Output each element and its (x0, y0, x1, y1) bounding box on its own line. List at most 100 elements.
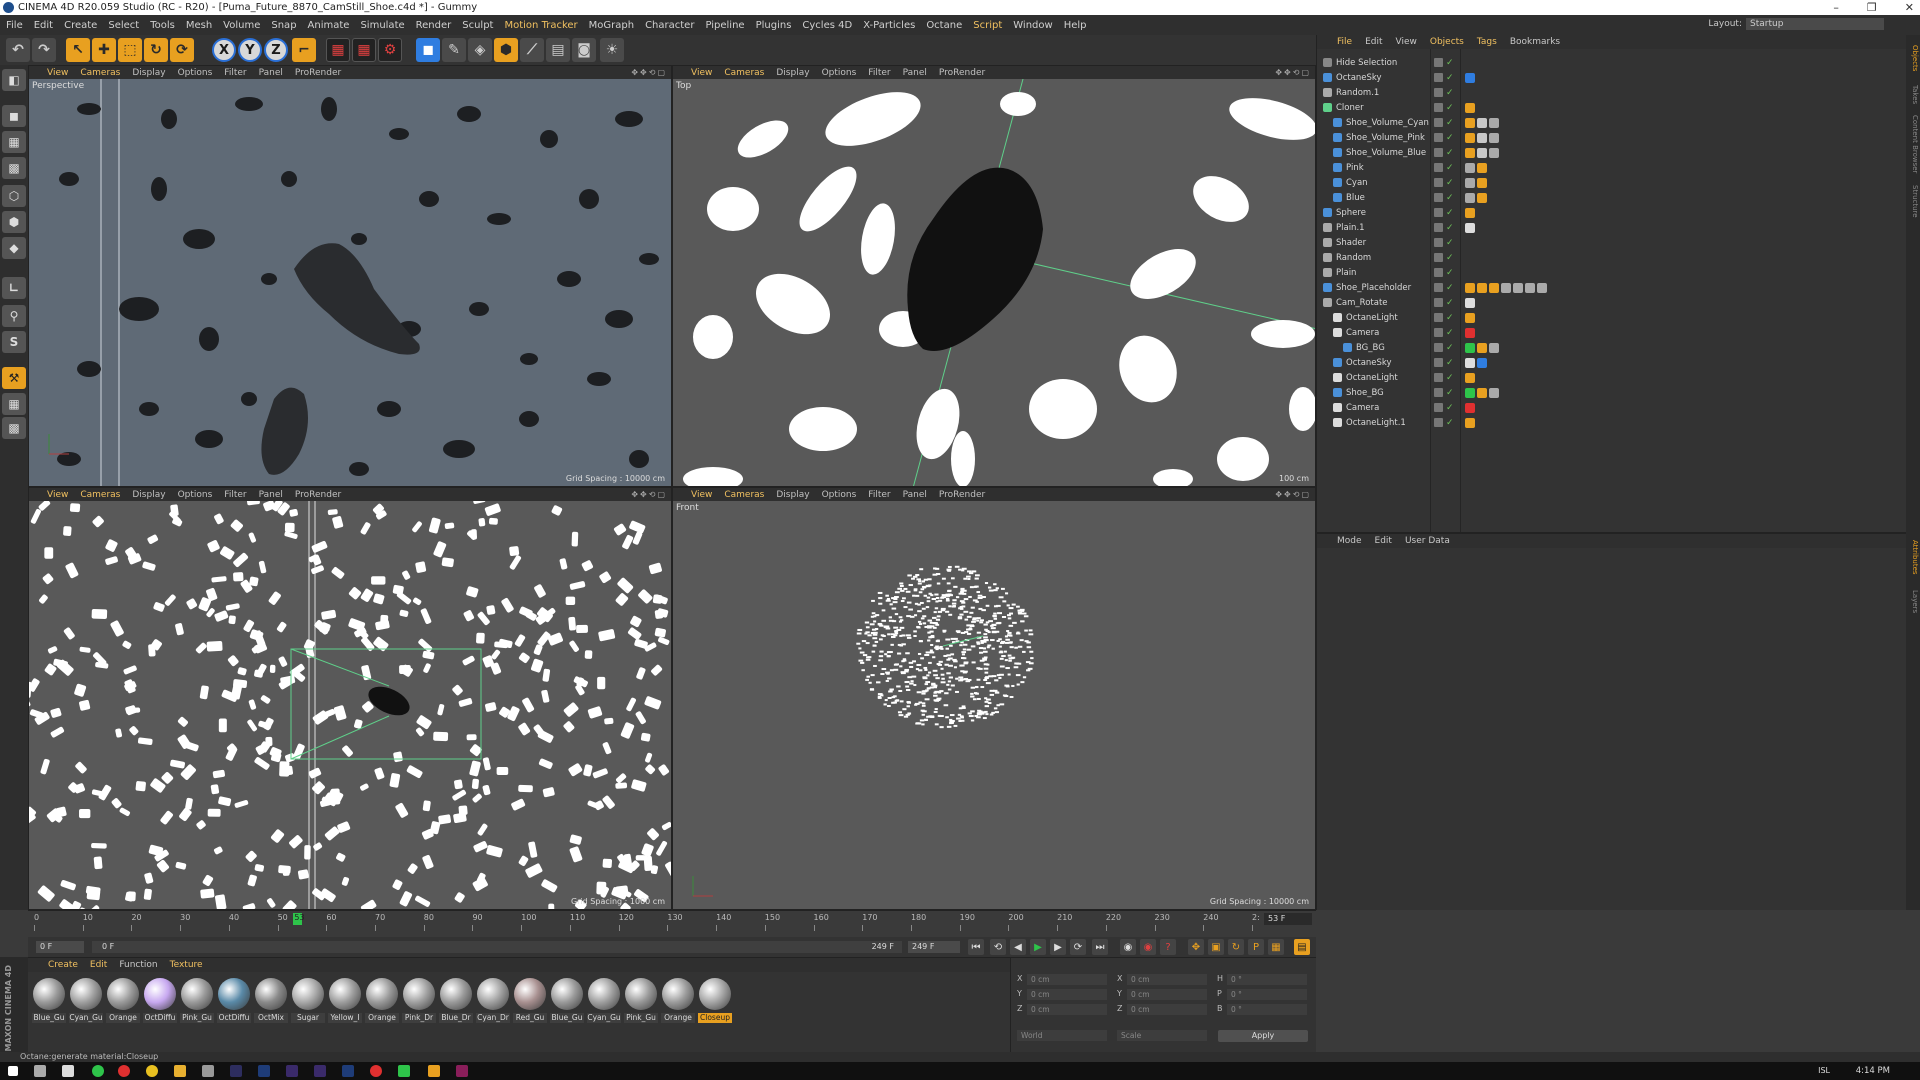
mm-menu-create[interactable]: Create (48, 960, 78, 970)
visibility-toggle-icon[interactable] (1434, 178, 1443, 187)
material-swatch[interactable]: Blue_Gu (32, 978, 66, 1028)
enabled-check-icon[interactable]: ✓ (1446, 283, 1454, 293)
x-axis-lock-button[interactable]: X (212, 38, 236, 62)
point-level-icon[interactable]: ▦ (1268, 939, 1284, 955)
object-tag-icon[interactable] (1477, 193, 1487, 203)
coordinate-value-field[interactable]: 0 ° (1227, 1004, 1307, 1015)
autokey-icon[interactable]: ◉ (1140, 939, 1156, 955)
vp-menu-cameras[interactable]: Cameras (724, 68, 764, 78)
enabled-check-icon[interactable]: ✓ (1446, 418, 1454, 428)
object-row[interactable]: Shoe_BG ✓ (1317, 385, 1907, 400)
enabled-check-icon[interactable]: ✓ (1446, 118, 1454, 128)
camera-icon[interactable]: ◙ (572, 38, 596, 62)
viewport-perspective[interactable]: View Cameras Display Options Filter Pane… (28, 65, 672, 487)
object-tag-icon[interactable] (1489, 148, 1499, 158)
keyframe-selection-icon[interactable]: ? (1160, 939, 1176, 955)
object-tag-icon[interactable] (1465, 298, 1475, 308)
menu-character[interactable]: Character (645, 20, 694, 31)
enabled-check-icon[interactable]: ✓ (1446, 103, 1454, 113)
mm-menu-texture[interactable]: Texture (170, 960, 203, 970)
enabled-check-icon[interactable]: ✓ (1446, 58, 1454, 68)
material-swatch[interactable]: Pink_Dr (402, 978, 436, 1028)
enabled-check-icon[interactable]: ✓ (1446, 268, 1454, 278)
after-effects-icon[interactable] (314, 1065, 326, 1077)
enabled-check-icon[interactable]: ✓ (1446, 313, 1454, 323)
scale-key-icon[interactable]: ▣ (1208, 939, 1224, 955)
object-tag-icon[interactable] (1477, 148, 1487, 158)
enabled-check-icon[interactable]: ✓ (1446, 238, 1454, 248)
menu-create[interactable]: Create (64, 20, 97, 31)
timeline-scheme-icon[interactable]: ▤ (1294, 939, 1310, 955)
current-frame-field[interactable]: 53 F (1264, 913, 1312, 925)
om-menu-view[interactable]: View (1396, 37, 1417, 47)
floor-icon[interactable]: ▤ (546, 38, 570, 62)
menu-pipeline[interactable]: Pipeline (705, 20, 744, 31)
object-tag-icon[interactable] (1465, 178, 1475, 188)
enabled-check-icon[interactable]: ✓ (1446, 328, 1454, 338)
model-mode-icon[interactable]: ◼ (2, 105, 26, 127)
object-row[interactable]: Random ✓ (1317, 250, 1907, 265)
visibility-toggle-icon[interactable] (1434, 223, 1443, 232)
render-view-icon[interactable]: ▦ (326, 38, 350, 62)
solo-icon[interactable]: ▩ (2, 417, 26, 439)
object-row[interactable]: OctaneLight ✓ (1317, 370, 1907, 385)
visibility-toggle-icon[interactable] (1434, 133, 1443, 142)
am-menu-edit[interactable]: Edit (1375, 536, 1392, 546)
app-gray-icon[interactable] (202, 1065, 214, 1077)
enabled-check-icon[interactable]: ✓ (1446, 178, 1454, 188)
object-tag-icon[interactable] (1489, 283, 1499, 293)
tab-takes[interactable]: Takes (1907, 85, 1919, 104)
start-icon[interactable] (8, 1066, 18, 1076)
vp-menu-display[interactable]: Display (132, 490, 165, 500)
scale-tool-icon[interactable]: ⬚ (118, 38, 142, 62)
enabled-check-icon[interactable]: ✓ (1446, 73, 1454, 83)
vp-menu-display[interactable]: Display (132, 68, 165, 78)
object-tag-icon[interactable] (1465, 313, 1475, 323)
points-mode-icon[interactable]: ⬡ (2, 185, 26, 207)
visibility-toggle-icon[interactable] (1434, 163, 1443, 172)
enabled-check-icon[interactable]: ✓ (1446, 373, 1454, 383)
lock-workplane-icon[interactable]: ⚒ (2, 367, 26, 389)
object-row[interactable]: Shoe_Volume_Cyan ✓ (1317, 115, 1907, 130)
texture-mode-icon[interactable]: ▦ (2, 131, 26, 153)
object-tag-icon[interactable] (1465, 208, 1475, 218)
object-tag-icon[interactable] (1465, 163, 1475, 173)
coordinate-system-icon[interactable]: ⌐ (292, 38, 316, 62)
premiere-icon[interactable] (286, 1065, 298, 1077)
coordinate-value-field[interactable]: 0 cm (1027, 1004, 1107, 1015)
next-frame-icon[interactable]: ▶ (1050, 939, 1066, 955)
cinema4d-task-icon[interactable] (258, 1065, 270, 1077)
material-swatch[interactable]: Yellow_I (328, 978, 362, 1028)
coordinate-mode-dropdown[interactable]: World (1017, 1030, 1107, 1041)
coordinate-value-field[interactable]: 0 cm (1127, 974, 1207, 985)
object-row[interactable]: Cam_Rotate ✓ (1317, 295, 1907, 310)
tab-layers[interactable]: Layers (1907, 590, 1919, 613)
visibility-toggle-icon[interactable] (1434, 268, 1443, 277)
polygons-mode-icon[interactable]: ◆ (2, 237, 26, 259)
object-tag-icon[interactable] (1489, 133, 1499, 143)
coordinate-value-field[interactable]: 0 cm (1127, 989, 1207, 1000)
object-row[interactable]: Shoe_Placeholder ✓ (1317, 280, 1907, 295)
deformer-icon[interactable]: ⟋ (520, 38, 544, 62)
visibility-toggle-icon[interactable] (1434, 343, 1443, 352)
menu-edit[interactable]: Edit (34, 20, 53, 31)
vp-menu-view[interactable]: View (47, 490, 68, 500)
object-tag-icon[interactable] (1465, 343, 1475, 353)
previous-frame-icon[interactable]: ◀ (1010, 939, 1026, 955)
vp-menu-view[interactable]: View (691, 68, 712, 78)
vp-menu-display[interactable]: Display (776, 490, 809, 500)
z-axis-lock-button[interactable]: Z (264, 38, 288, 62)
object-tag-icon[interactable] (1537, 283, 1547, 293)
enabled-check-icon[interactable]: ✓ (1446, 298, 1454, 308)
visibility-toggle-icon[interactable] (1434, 88, 1443, 97)
visibility-toggle-icon[interactable] (1434, 358, 1443, 367)
vp-menu-view[interactable]: View (47, 68, 68, 78)
vp-menu-filter[interactable]: Filter (224, 68, 246, 78)
om-menu-bookmarks[interactable]: Bookmarks (1510, 37, 1560, 47)
enabled-check-icon[interactable]: ✓ (1446, 133, 1454, 143)
recent-tool-icon[interactable]: ⟳ (170, 38, 194, 62)
om-menu-edit[interactable]: Edit (1365, 37, 1382, 47)
visibility-toggle-icon[interactable] (1434, 313, 1443, 322)
vp-menu-cameras[interactable]: Cameras (80, 490, 120, 500)
material-swatch[interactable]: Orange (106, 978, 140, 1028)
